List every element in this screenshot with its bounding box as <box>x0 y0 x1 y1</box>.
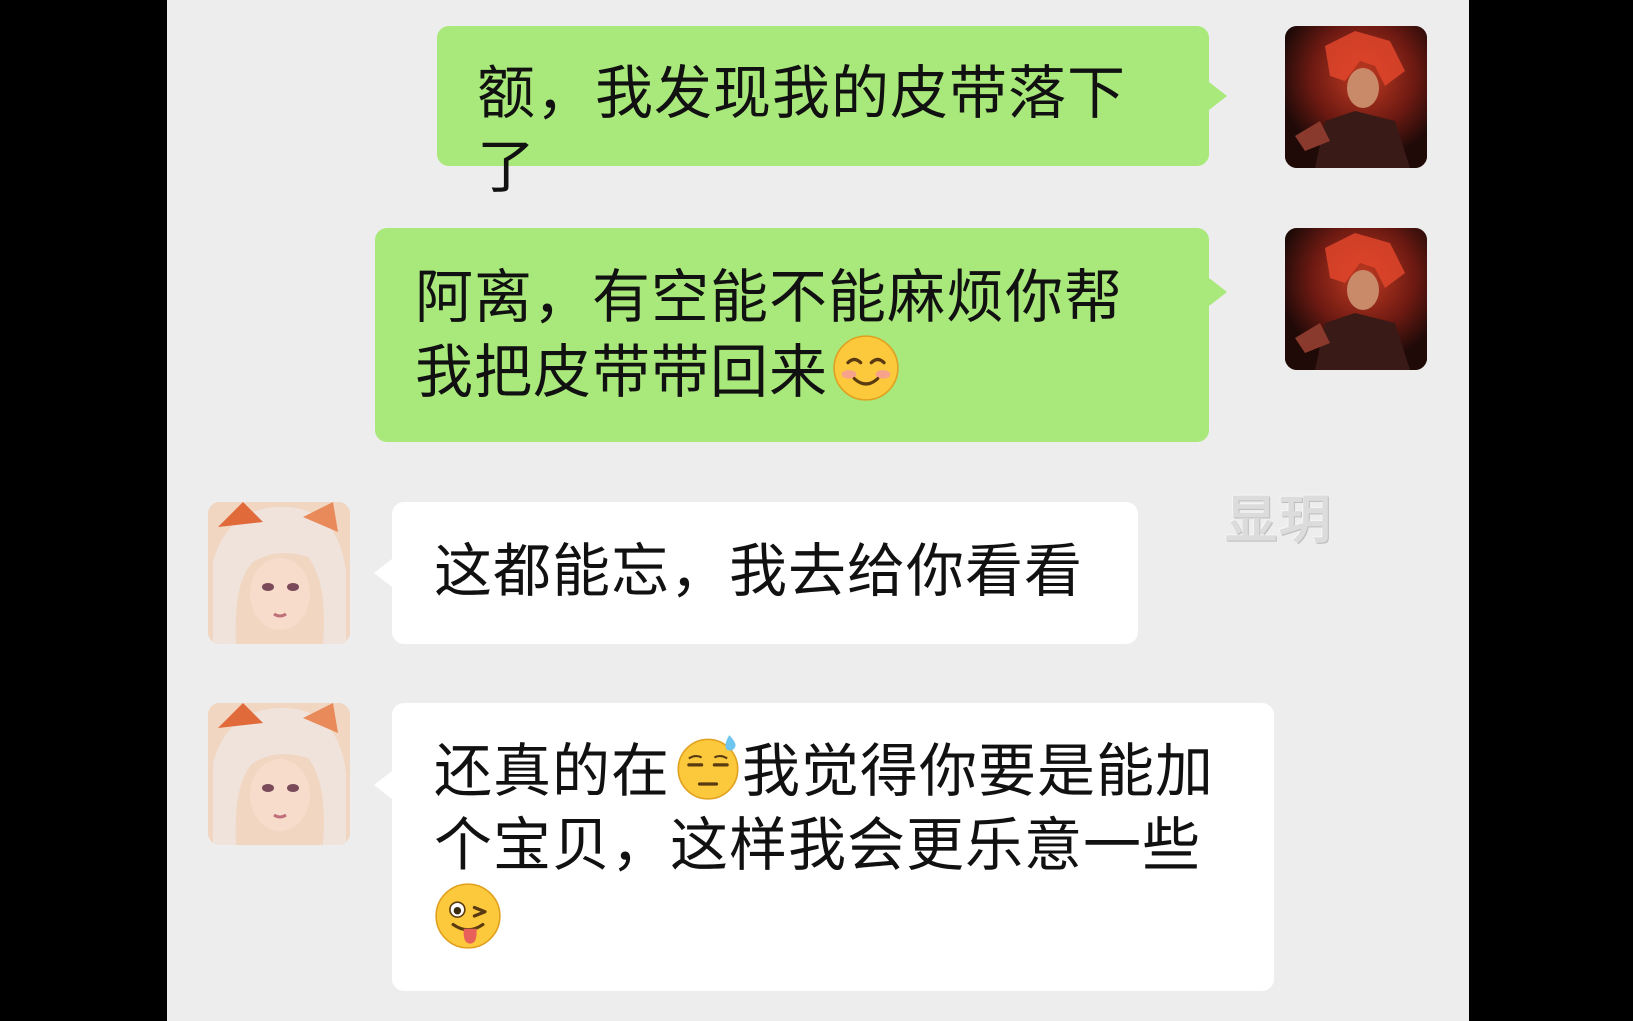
message-bubble-incoming[interactable]: 还真的在 我觉得你要是能加个宝贝，这样我会更乐意一些 <box>374 703 1274 991</box>
message-text: 阿离，有空能不能麻烦你帮我把皮带带回来 <box>415 263 1124 406</box>
pink-haired-girl-avatar[interactable] <box>208 703 350 845</box>
red-haired-warrior-avatar[interactable] <box>1285 228 1427 370</box>
sweat-smile-emoji <box>674 733 742 801</box>
chat-area: 额，我发现我的皮带落下了 阿离，有空能不能麻烦你帮我把皮带带回来 显玥 这都能忘… <box>167 0 1469 1021</box>
message-text: 额，我发现我的皮带落下了 <box>477 59 1127 201</box>
watermark: 显玥 <box>1225 491 1334 551</box>
pink-haired-girl-avatar[interactable] <box>208 502 350 644</box>
message-bubble-outgoing[interactable]: 阿离，有空能不能麻烦你帮我把皮带带回来 <box>375 228 1227 442</box>
message-bubble-incoming[interactable]: 这都能忘，我去给你看看 <box>374 502 1138 644</box>
winking-tongue-emoji <box>434 882 502 950</box>
red-haired-warrior-avatar[interactable] <box>1285 26 1427 168</box>
message-text-before-emoji: 还真的在 <box>434 737 671 805</box>
smiling-blush-emoji <box>832 334 900 402</box>
message-text: 这都能忘，我去给你看看 <box>434 537 1084 605</box>
message-bubble-outgoing[interactable]: 额，我发现我的皮带落下了 <box>437 26 1227 201</box>
